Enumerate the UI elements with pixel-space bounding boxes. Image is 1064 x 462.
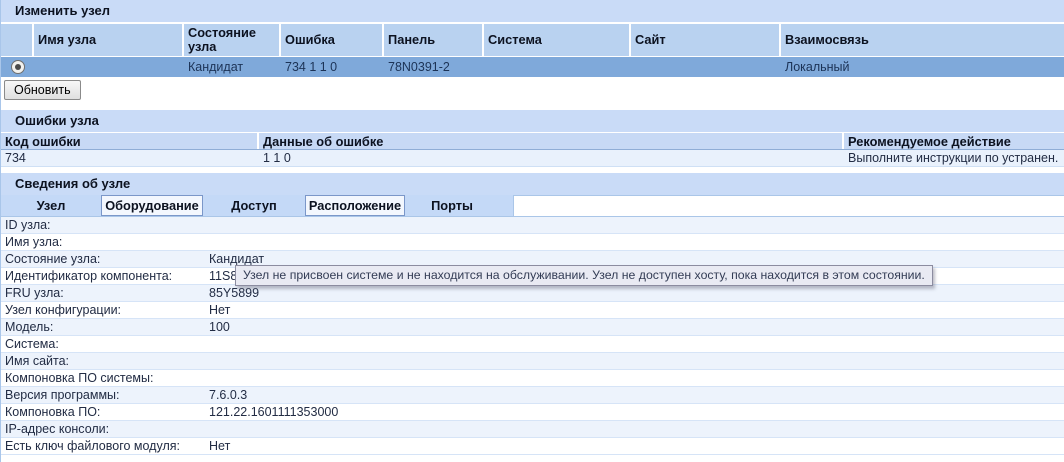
field-value: 85Y5899 bbox=[209, 285, 1064, 301]
field-value: 7.6.0.3 bbox=[209, 387, 1064, 403]
detail-row-software-version: Версия программы: 7.6.0.3 bbox=[1, 387, 1064, 404]
error-row-action: Выполните инструкции по устранен. bbox=[844, 150, 1064, 166]
node-table-header-row: Имя узла Состояние узла Ошибка Панель Си… bbox=[1, 24, 1064, 57]
field-label: Имя сайта: bbox=[1, 353, 209, 369]
detail-row-model: Модель: 100 bbox=[1, 319, 1064, 336]
node-errors-section-title: Ошибки узла bbox=[1, 110, 1064, 133]
tab-location[interactable]: Расположение bbox=[305, 195, 405, 216]
detail-row-software-build: Компоновка ПО: 121.22.1601111353000 bbox=[1, 404, 1064, 421]
field-label: Компоновка ПО системы: bbox=[1, 370, 209, 386]
field-value bbox=[209, 234, 1064, 250]
tab-access[interactable]: Доступ bbox=[203, 195, 305, 216]
field-label: Версия программы: bbox=[1, 387, 209, 403]
node-table-row[interactable]: Кандидат 734 1 1 0 78N0391-2 Локальный bbox=[1, 57, 1064, 77]
column-header-error-data: Данные об ошибке bbox=[259, 133, 844, 149]
node-row-radio[interactable] bbox=[11, 60, 25, 74]
node-row-radio-cell bbox=[1, 57, 34, 77]
column-header-panel: Панель bbox=[384, 24, 484, 57]
refresh-button[interactable]: Обновить bbox=[4, 80, 81, 100]
tab-gap bbox=[499, 195, 513, 216]
field-value: 121.22.1601111353000 bbox=[209, 404, 1064, 420]
column-header-recommended-action: Рекомендуемое действие bbox=[844, 133, 1064, 149]
field-label: FRU узла: bbox=[1, 285, 209, 301]
field-label: IP-адрес консоли: bbox=[1, 421, 209, 437]
tab-ports[interactable]: Порты bbox=[405, 195, 499, 216]
field-value bbox=[209, 353, 1064, 369]
node-row-site bbox=[631, 57, 781, 77]
error-table-header-row: Код ошибки Данные об ошибке Рекомендуемо… bbox=[1, 133, 1064, 150]
node-errors-section: Ошибки узла Код ошибки Данные об ошибке … bbox=[1, 110, 1064, 167]
column-header-node-state: Состояние узла bbox=[184, 24, 281, 57]
column-header-error: Ошибка bbox=[281, 24, 384, 57]
detail-row-config-node: Узел конфигурации: Нет bbox=[1, 302, 1064, 319]
field-label: Система: bbox=[1, 336, 209, 352]
detail-row-site-name: Имя сайта: bbox=[1, 353, 1064, 370]
field-label: Есть ключ файлового модуля: bbox=[1, 438, 209, 454]
field-value bbox=[209, 217, 1064, 233]
detail-row-node-id: ID узла: bbox=[1, 217, 1064, 234]
column-header-node-name: Имя узла bbox=[34, 24, 184, 57]
node-row-name bbox=[34, 57, 184, 77]
node-details-tabs: Узел Оборудование Доступ Расположение По… bbox=[1, 195, 1064, 216]
node-row-system bbox=[484, 57, 631, 77]
node-details-section-title: Сведения об узле bbox=[1, 173, 1064, 195]
field-value bbox=[209, 370, 1064, 386]
node-details-list: ID узла: Имя узла: Состояние узла: Канди… bbox=[1, 216, 1064, 455]
detail-row-system: Система: bbox=[1, 336, 1064, 353]
edit-node-section: Изменить узел Имя узла Состояние узла Ош… bbox=[1, 0, 1064, 104]
node-service-page: Изменить узел Имя узла Состояние узла Ош… bbox=[0, 0, 1064, 462]
field-value bbox=[209, 421, 1064, 437]
node-table: Имя узла Состояние узла Ошибка Панель Си… bbox=[1, 24, 1064, 77]
field-label: Узел конфигурации: bbox=[1, 302, 209, 318]
tab-node[interactable]: Узел bbox=[1, 195, 101, 216]
detail-row-console-ip: IP-адрес консоли: bbox=[1, 421, 1064, 438]
field-value: Нет bbox=[209, 302, 1064, 318]
detail-row-node-name: Имя узла: bbox=[1, 234, 1064, 251]
column-header-relationship: Взаимосвязь bbox=[781, 24, 1064, 57]
node-state-tooltip: Узел не присвоен системе и не находится … bbox=[235, 265, 933, 286]
field-value bbox=[209, 336, 1064, 352]
field-label: Модель: bbox=[1, 319, 209, 335]
field-label: ID узла: bbox=[1, 217, 209, 233]
column-header-system: Система bbox=[484, 24, 631, 57]
node-row-state: Кандидат bbox=[184, 57, 281, 77]
field-label: Компоновка ПО: bbox=[1, 404, 209, 420]
node-details-section: Сведения об узле Узел Оборудование Досту… bbox=[1, 173, 1064, 455]
tab-filler bbox=[513, 195, 1064, 216]
edit-node-section-title: Изменить узел bbox=[1, 0, 1064, 22]
column-header-site: Сайт bbox=[631, 24, 781, 57]
error-row-code: 734 bbox=[1, 150, 259, 166]
error-table-row[interactable]: 734 1 1 0 Выполните инструкции по устран… bbox=[1, 150, 1064, 167]
detail-row-node-fru: FRU узла: 85Y5899 bbox=[1, 285, 1064, 302]
detail-row-system-sw-build: Компоновка ПО системы: bbox=[1, 370, 1064, 387]
error-row-data: 1 1 0 bbox=[259, 150, 844, 166]
node-row-error: 734 1 1 0 bbox=[281, 57, 384, 77]
node-row-relationship: Локальный bbox=[781, 57, 1064, 77]
field-label: Имя узла: bbox=[1, 234, 209, 250]
field-value: Нет bbox=[209, 438, 1064, 454]
field-value: 100 bbox=[209, 319, 1064, 335]
column-header-error-code: Код ошибки bbox=[1, 133, 259, 149]
field-label: Состояние узла: bbox=[1, 251, 209, 267]
detail-row-file-module-key: Есть ключ файлового модуля: Нет bbox=[1, 438, 1064, 455]
tab-hardware[interactable]: Оборудование bbox=[101, 195, 203, 216]
node-row-panel: 78N0391-2 bbox=[384, 57, 484, 77]
field-label: Идентификатор компонента: bbox=[1, 268, 209, 284]
radio-column-header bbox=[1, 24, 34, 57]
